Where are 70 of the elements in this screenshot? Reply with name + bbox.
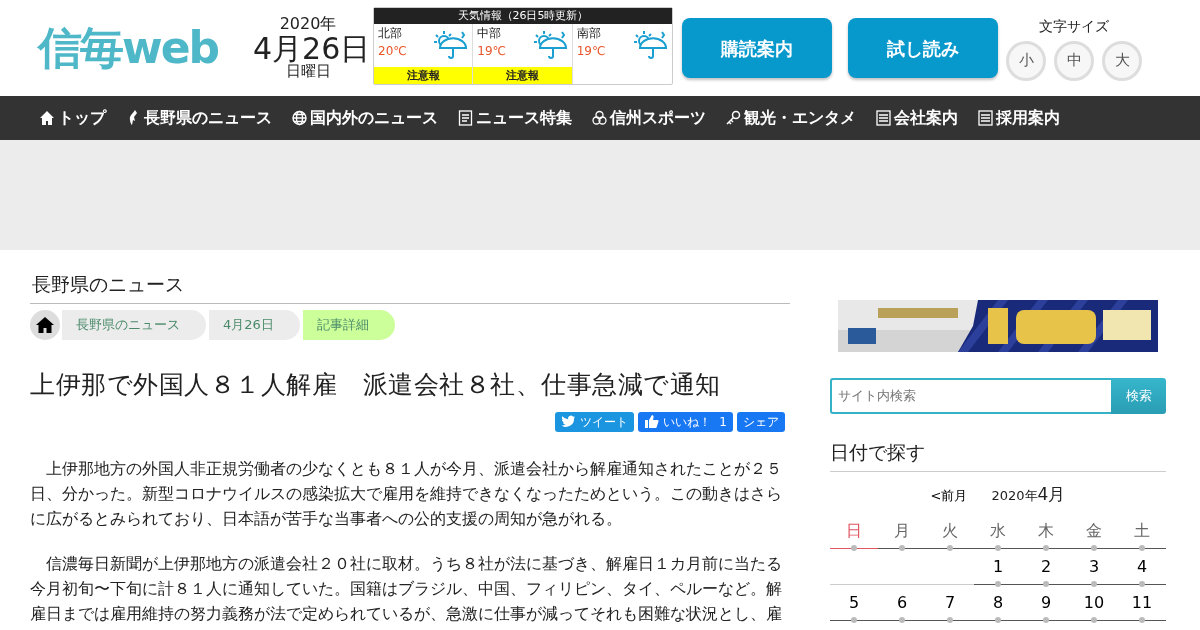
breadcrumb-link[interactable]: 4月26日	[209, 309, 300, 340]
temperature: 19℃	[576, 43, 606, 60]
date-year: 2020年	[278, 15, 338, 33]
calendar-day[interactable]: 4	[1136, 549, 1148, 585]
rain-umbrella-icon	[432, 28, 469, 59]
breadcrumb-link[interactable]: 記事詳細	[302, 309, 395, 340]
calendar-day[interactable]: 9	[1040, 585, 1052, 621]
nav-link[interactable]: 採用案内	[978, 106, 1060, 130]
breadcrumb-link[interactable]: 長野県のニュース	[62, 309, 206, 340]
calendar-heading: 日付で探す	[830, 414, 1166, 472]
font-size-label: 文字サイズ	[1038, 16, 1110, 36]
calendar-day[interactable]: 7	[944, 585, 956, 621]
rain-umbrella-icon	[632, 28, 668, 59]
weekday-label: 日	[846, 521, 862, 540]
thumbs-up-icon	[644, 414, 660, 429]
weekday-label: 金	[1086, 521, 1102, 540]
temperature: 20℃	[378, 43, 407, 60]
font-size-button[interactable]: 中	[1054, 40, 1094, 81]
calendar-day[interactable]: 8	[992, 585, 1004, 621]
rain-umbrella-icon	[531, 28, 568, 59]
weekday-label: 土	[1134, 521, 1150, 540]
calendar-day[interactable]: 6	[896, 585, 908, 621]
share-button[interactable]: シェア	[737, 411, 785, 432]
calendar-day[interactable]: 3	[1088, 549, 1100, 585]
calendar-day[interactable]: 10	[1083, 585, 1105, 621]
calendar-day[interactable]: 1	[992, 549, 1004, 585]
nav-link[interactable]: 観光・エンタメ	[726, 106, 856, 130]
font-size-button[interactable]: 小	[1006, 40, 1046, 81]
nav-link[interactable]: ニュース特集	[458, 106, 572, 130]
previous-month-link[interactable]: <前月	[930, 485, 968, 505]
font-size-button[interactable]: 大	[1102, 40, 1142, 81]
document-icon	[458, 110, 473, 126]
weekday-label: 木	[1038, 521, 1054, 540]
calendar-year: 2020年	[991, 487, 1038, 503]
nav-link[interactable]: 信州スポーツ	[592, 106, 706, 130]
article-paragraph: 信濃毎日新聞が上伊那地方の派遣会社２０社に取材。うち８社が法に基づき、解雇日１カ月前に当たる今月初旬〜下旬に計８１人に通知していた。国籍はブラジル、中国、フィリピン、タイ、ペルーなど。解雇日までは雇用維持の努力義務が法で定められているが、急激に仕事が減ってそれも困難な状況とし、雇	[30, 552, 783, 625]
weekday-label: 水	[990, 521, 1006, 540]
globe-icon	[292, 110, 307, 126]
region-name: 南部	[576, 25, 601, 42]
date-day: 4月26日	[253, 32, 363, 65]
home-link[interactable]	[30, 309, 60, 340]
weather-title: 天気情報（26日5時更新）	[374, 8, 672, 24]
bird-icon	[561, 414, 577, 429]
section-heading: 長野県のニュース	[30, 250, 790, 304]
list-icon	[876, 110, 891, 126]
share-button[interactable]: いいね！ 1	[638, 411, 733, 432]
nav-link[interactable]: 会社案内	[876, 106, 958, 130]
article-paragraph: 上伊那地方の外国人非正規労働者の少なくとも８１人が今月、派遣会社から解雇通知されたことが２５日、分かった。新型コロナウイルスの感染拡大で雇用を維持できなくなったためという。この動きはさらに広がるとみられており、日本語が苦手な当事者への公的支援の周知が急がれる。	[30, 457, 783, 530]
list-icon	[978, 110, 993, 126]
nav-link[interactable]: 国内外のニュース	[292, 106, 438, 130]
region-name: 中部	[477, 25, 502, 42]
calendar-day[interactable]: 11	[1131, 585, 1153, 621]
nav-link[interactable]: 長野県のニュース	[126, 106, 272, 130]
rings-icon	[592, 110, 607, 126]
nav-link[interactable]: トップ	[40, 106, 106, 130]
calendar-month: 4月	[1037, 483, 1066, 504]
home-icon	[36, 315, 54, 334]
temperature: 19℃	[477, 43, 507, 60]
calendar-day[interactable]: 2	[1040, 549, 1052, 585]
weekday-label: 月	[894, 521, 910, 540]
search-field[interactable]: サイト内検索	[830, 378, 1111, 414]
warning-label: 注意報	[473, 67, 572, 84]
article-title: 上伊那で外国人８１人解雇 派遣会社８社、仕事急減で通知	[30, 369, 722, 400]
calendar-day[interactable]: 5	[848, 585, 860, 621]
home-icon	[40, 110, 55, 126]
weekday-label: 火	[942, 521, 958, 540]
key-icon	[726, 110, 741, 126]
region-name: 北部	[378, 25, 402, 42]
warning-label: 注意報	[374, 67, 473, 84]
date-weekday: 日曜日	[285, 64, 332, 80]
